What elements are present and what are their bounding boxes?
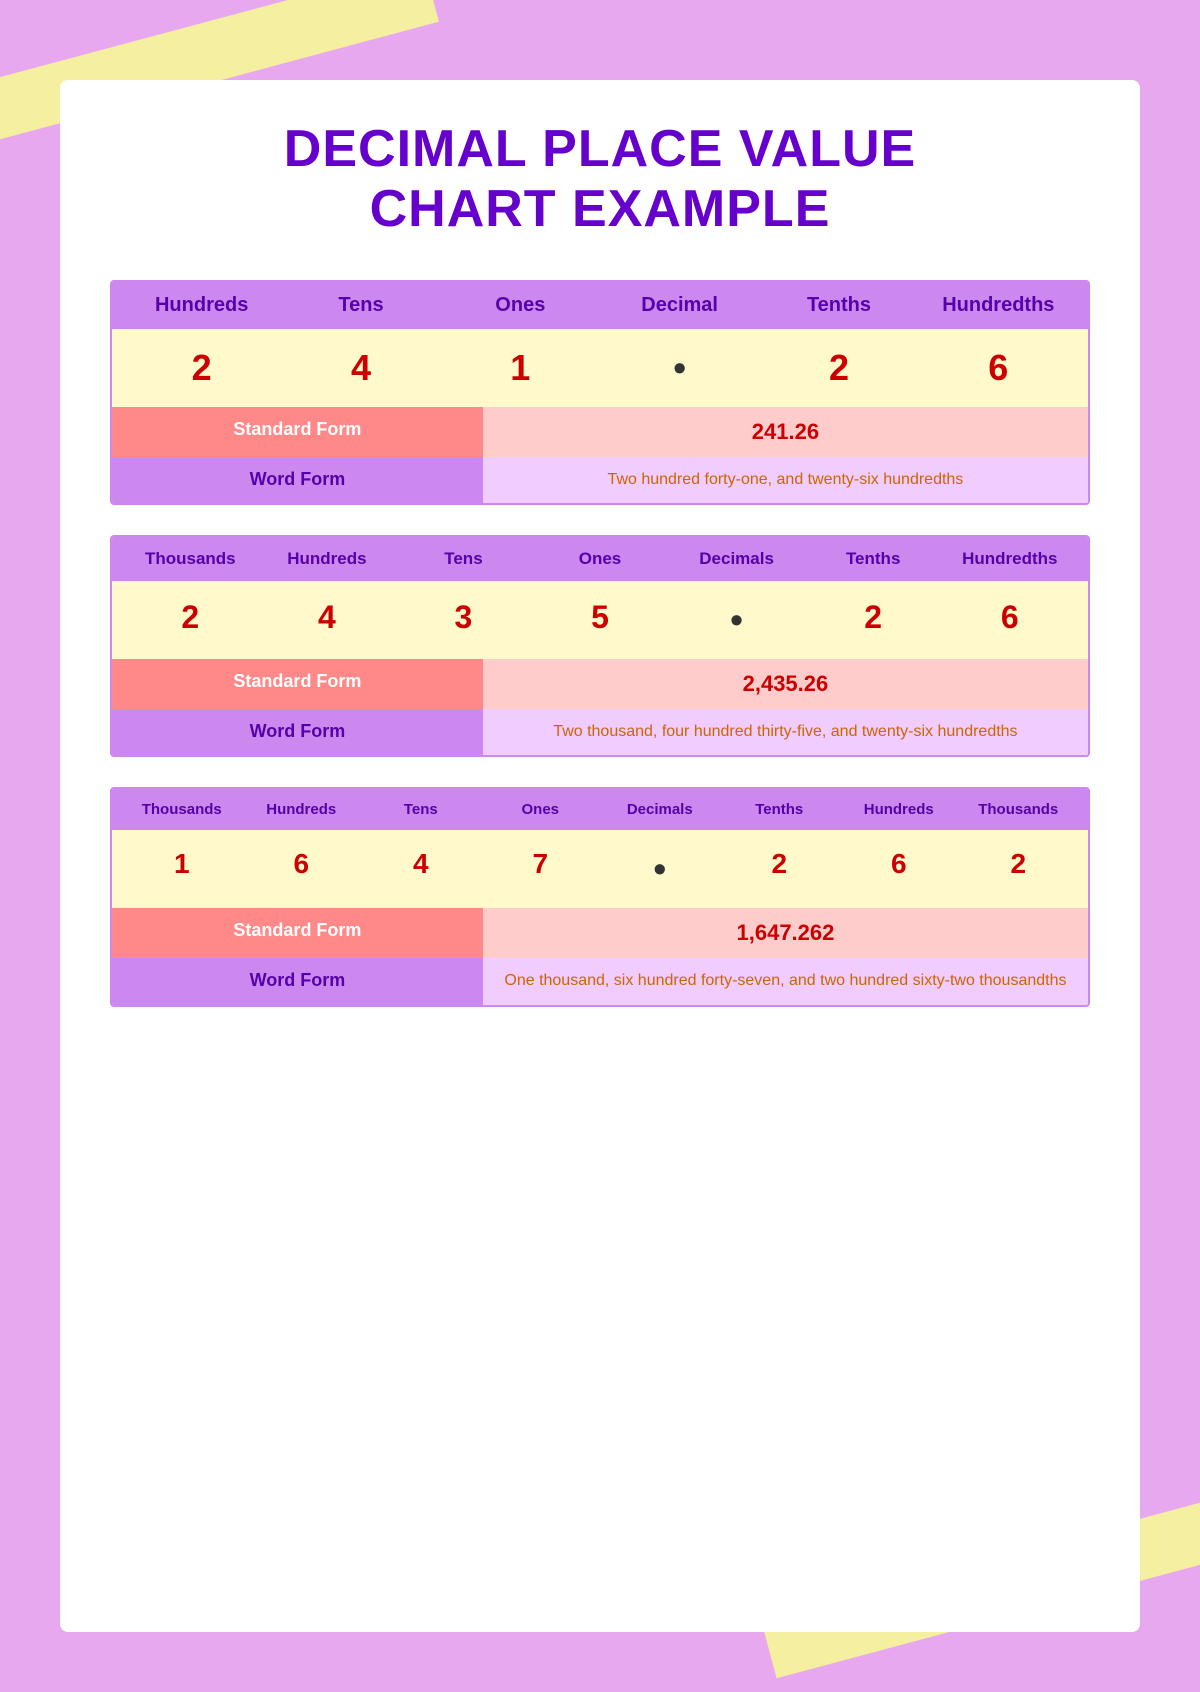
content-area: DECIMAL PLACE VALUE CHART EXAMPLE Hundre… [60,80,1140,1632]
digit-cell: 2 [805,599,942,641]
word-form-label: Word Form [112,709,483,755]
column-header: Hundredths [941,549,1078,569]
digit-cell: 1 [122,848,242,890]
background: DECIMAL PLACE VALUE CHART EXAMPLE Hundre… [0,0,1200,1692]
standard-form-value: 2,435.26 [483,659,1088,709]
column-header: Decimals [600,801,720,818]
word-form-label: Word Form [112,457,483,503]
digit-cell: 2 [759,347,918,389]
chart-section-chart3: ThousandsHundredsTensOnesDecimalsTenthsH… [110,787,1090,1006]
digit-cell: 2 [122,347,281,389]
column-header: Thousands [122,801,242,818]
standard-form-row: Standard Form241.26 [112,407,1088,457]
column-header: Tens [395,549,532,569]
standard-form-value: 241.26 [483,407,1088,457]
chart-digits-row: 2435•26 [112,581,1088,659]
column-header: Thousands [122,549,259,569]
chart-header-row: ThousandsHundredsTensOnesDecimalsTenthsH… [112,789,1088,830]
word-form-row: Word FormTwo thousand, four hundred thir… [112,709,1088,755]
charts-container: HundredsTensOnesDecimalTenthsHundredths2… [110,280,1090,1007]
column-header: Tenths [759,294,918,317]
chart-digits-row: 1647•262 [112,830,1088,908]
word-form-value: Two thousand, four hundred thirty-five, … [483,709,1088,755]
column-header: Hundreds [259,549,396,569]
column-header: Thousands [959,801,1079,818]
chart-header-row: ThousandsHundredsTensOnesDecimalsTenthsH… [112,537,1088,581]
digit-cell: 2 [720,848,840,890]
digit-cell: 4 [259,599,396,641]
column-header: Ones [481,801,601,818]
digit-cell: 6 [941,599,1078,641]
digit-cell: 5 [532,599,669,641]
column-header: Hundredths [919,294,1078,317]
column-header: Decimal [600,294,759,317]
chart-digits-row: 241•26 [112,329,1088,407]
column-header: Hundreds [839,801,959,818]
chart-section-chart1: HundredsTensOnesDecimalTenthsHundredths2… [110,280,1090,505]
chart-header-row: HundredsTensOnesDecimalTenthsHundredths [112,282,1088,329]
digit-cell: 6 [839,848,959,890]
chart-section-chart2: ThousandsHundredsTensOnesDecimalsTenthsH… [110,535,1090,757]
column-header: Tenths [805,549,942,569]
standard-form-row: Standard Form1,647.262 [112,908,1088,958]
column-header: Decimals [668,549,805,569]
page-title: DECIMAL PLACE VALUE CHART EXAMPLE [110,120,1090,240]
digit-cell: 6 [919,347,1078,389]
digit-cell: • [600,848,720,890]
word-form-label: Word Form [112,958,483,1004]
digit-cell: 6 [242,848,362,890]
digit-cell: • [600,347,759,389]
standard-form-label: Standard Form [112,908,483,958]
column-header: Ones [532,549,669,569]
digit-cell: 7 [481,848,601,890]
column-header: Tens [281,294,440,317]
digit-cell: 2 [122,599,259,641]
standard-form-row: Standard Form2,435.26 [112,659,1088,709]
column-header: Hundreds [122,294,281,317]
column-header: Tenths [720,801,840,818]
column-header: Hundreds [242,801,362,818]
word-form-value: One thousand, six hundred forty-seven, a… [483,958,1088,1004]
digit-cell: 4 [281,347,440,389]
column-header: Tens [361,801,481,818]
digit-cell: 4 [361,848,481,890]
word-form-row: Word FormOne thousand, six hundred forty… [112,958,1088,1004]
word-form-row: Word FormTwo hundred forty-one, and twen… [112,457,1088,503]
digit-cell: 1 [441,347,600,389]
standard-form-label: Standard Form [112,659,483,709]
column-header: Ones [441,294,600,317]
digit-cell: 2 [959,848,1079,890]
standard-form-value: 1,647.262 [483,908,1088,958]
digit-cell: • [668,599,805,641]
standard-form-label: Standard Form [112,407,483,457]
word-form-value: Two hundred forty-one, and twenty-six hu… [483,457,1088,503]
digit-cell: 3 [395,599,532,641]
